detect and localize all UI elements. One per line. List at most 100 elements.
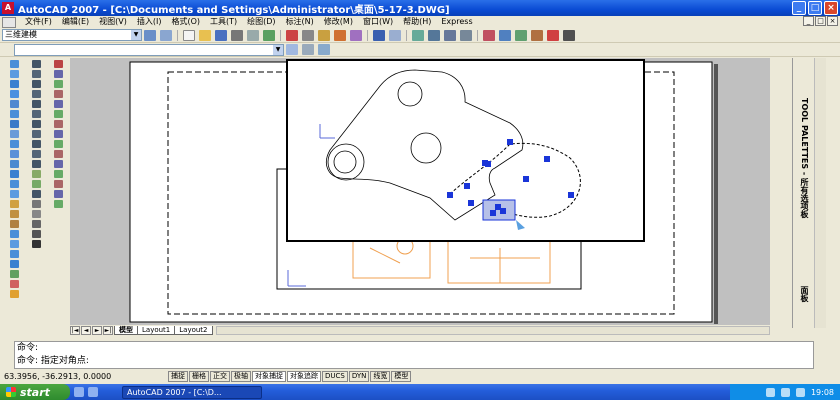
model-toggle[interactable]: 模型	[391, 370, 412, 382]
paste-icon[interactable]	[318, 29, 330, 41]
array-icon[interactable]	[53, 100, 63, 108]
gradient-icon[interactable]	[31, 210, 41, 218]
tool-palette[interactable]: TOOL PALETTES - 所有选项板 面板	[792, 58, 814, 328]
copy-icon[interactable]	[302, 29, 314, 41]
erase-icon[interactable]	[53, 60, 63, 68]
zoom-window-icon[interactable]	[444, 29, 456, 41]
properties-icon[interactable]	[483, 29, 495, 41]
menu-help[interactable]: 帮助(H)	[398, 16, 436, 28]
command-prompt-line[interactable]: 命令: 指定对角点:	[15, 355, 813, 368]
chevron-down-icon[interactable]: ▼	[131, 30, 141, 40]
pyramid-icon[interactable]	[9, 120, 19, 128]
cylinder-icon[interactable]	[9, 100, 19, 108]
union-icon[interactable]	[9, 200, 19, 208]
layer-states-icon[interactable]	[302, 44, 314, 55]
calculator-icon[interactable]	[563, 29, 575, 41]
menu-modify[interactable]: 修改(M)	[319, 16, 358, 28]
layer-properties-icon[interactable]	[318, 44, 330, 55]
publish-icon[interactable]	[263, 29, 275, 41]
tab-layout2[interactable]: Layout2	[174, 325, 213, 335]
osnap-toggle[interactable]: 对象捕捉	[252, 370, 286, 382]
zoom-realtime-icon[interactable]	[428, 29, 440, 41]
3d-move-icon[interactable]	[9, 230, 19, 238]
tab-last-button[interactable]: ►|	[103, 325, 113, 335]
menu-draw[interactable]: 绘图(D)	[242, 16, 280, 28]
drawing-svg[interactable]	[70, 58, 770, 325]
revision-cloud-icon[interactable]	[31, 130, 41, 138]
otrack-toggle[interactable]: 对象追踪	[287, 370, 321, 382]
chevron-down-icon[interactable]: ▼	[273, 44, 283, 55]
layer-combo[interactable]: ▼	[14, 43, 284, 56]
snap-toggle[interactable]: 捕捉	[168, 370, 188, 382]
dyn-toggle[interactable]: DYN	[348, 370, 370, 382]
start-button[interactable]: start	[0, 384, 70, 400]
explode-icon[interactable]	[53, 200, 63, 208]
menu-window[interactable]: 窗口(W)	[358, 16, 398, 28]
quicklaunch-icon[interactable]	[74, 387, 84, 397]
tab-layout1[interactable]: Layout1	[137, 325, 176, 335]
minimize-button[interactable]: _	[792, 1, 806, 15]
torus-icon[interactable]	[9, 110, 19, 118]
menu-file[interactable]: 文件(F)	[20, 16, 57, 28]
command-line[interactable]: 命令: 命令: 指定对角点:	[14, 341, 814, 369]
block-editor-icon[interactable]	[350, 29, 362, 41]
quicklaunch-icon[interactable]	[88, 387, 98, 397]
rectangle-icon[interactable]	[31, 100, 41, 108]
document-icon[interactable]	[2, 16, 16, 28]
multiline-text-icon[interactable]	[31, 240, 41, 248]
slice-icon[interactable]	[9, 270, 19, 278]
coordinate-readout[interactable]: 63.3956, -36.2913, 0.0000	[0, 372, 168, 381]
drawing-canvas[interactable]	[70, 58, 770, 325]
sweep-icon[interactable]	[9, 170, 19, 178]
horizontal-scrollbar[interactable]	[215, 325, 770, 335]
presspull-icon[interactable]	[9, 160, 19, 168]
ortho-toggle[interactable]: 正交	[210, 370, 230, 382]
sheet-set-icon[interactable]	[531, 29, 543, 41]
layer-previous-icon[interactable]	[286, 44, 298, 55]
box-icon[interactable]	[9, 60, 19, 68]
break-icon[interactable]	[53, 170, 63, 178]
line-icon[interactable]	[31, 60, 41, 68]
workspace-save-icon[interactable]	[160, 29, 172, 41]
intersect-icon[interactable]	[9, 220, 19, 228]
maximize-button[interactable]: □	[808, 1, 822, 15]
hatch-icon[interactable]	[31, 200, 41, 208]
menu-tools[interactable]: 工具(T)	[205, 16, 242, 28]
menu-dimension[interactable]: 标注(N)	[281, 16, 319, 28]
make-block-icon[interactable]	[31, 180, 41, 188]
wedge-icon[interactable]	[9, 70, 19, 78]
menu-edit[interactable]: 编辑(E)	[57, 16, 94, 28]
3d-align-icon[interactable]	[9, 250, 19, 258]
design-center-icon[interactable]	[499, 29, 511, 41]
new-file-icon[interactable]	[183, 29, 195, 41]
polar-toggle[interactable]: 极轴	[231, 370, 251, 382]
rotate-icon[interactable]	[53, 120, 63, 128]
palette-scrollbar[interactable]	[814, 58, 826, 328]
move-icon[interactable]	[53, 110, 63, 118]
taskbar-autocad-button[interactable]: AutoCAD 2007 - [C:\D...	[122, 385, 262, 399]
chamfer-icon[interactable]	[53, 180, 63, 188]
revolve-icon[interactable]	[9, 180, 19, 188]
stretch-icon[interactable]	[53, 140, 63, 148]
menu-view[interactable]: 视图(V)	[94, 16, 132, 28]
spline-icon[interactable]	[31, 140, 41, 148]
tray-icon[interactable]	[795, 387, 805, 397]
subtract-icon[interactable]	[9, 210, 19, 218]
extend-icon[interactable]	[53, 160, 63, 168]
circle-icon[interactable]	[31, 120, 41, 128]
polygon-icon[interactable]	[31, 90, 41, 98]
arc-icon[interactable]	[31, 110, 41, 118]
tab-prev-button[interactable]: ◄	[81, 325, 91, 335]
point-icon[interactable]	[31, 190, 41, 198]
copy-object-icon[interactable]	[53, 70, 63, 78]
print-preview-icon[interactable]	[247, 29, 259, 41]
tray-icon[interactable]	[765, 387, 775, 397]
render-icon[interactable]	[9, 290, 19, 298]
redo-icon[interactable]	[389, 29, 401, 41]
offset-icon[interactable]	[53, 90, 63, 98]
menu-express[interactable]: Express	[436, 16, 477, 28]
markup-icon[interactable]	[547, 29, 559, 41]
3d-array-icon[interactable]	[9, 260, 19, 268]
helix-icon[interactable]	[9, 130, 19, 138]
save-icon[interactable]	[215, 29, 227, 41]
